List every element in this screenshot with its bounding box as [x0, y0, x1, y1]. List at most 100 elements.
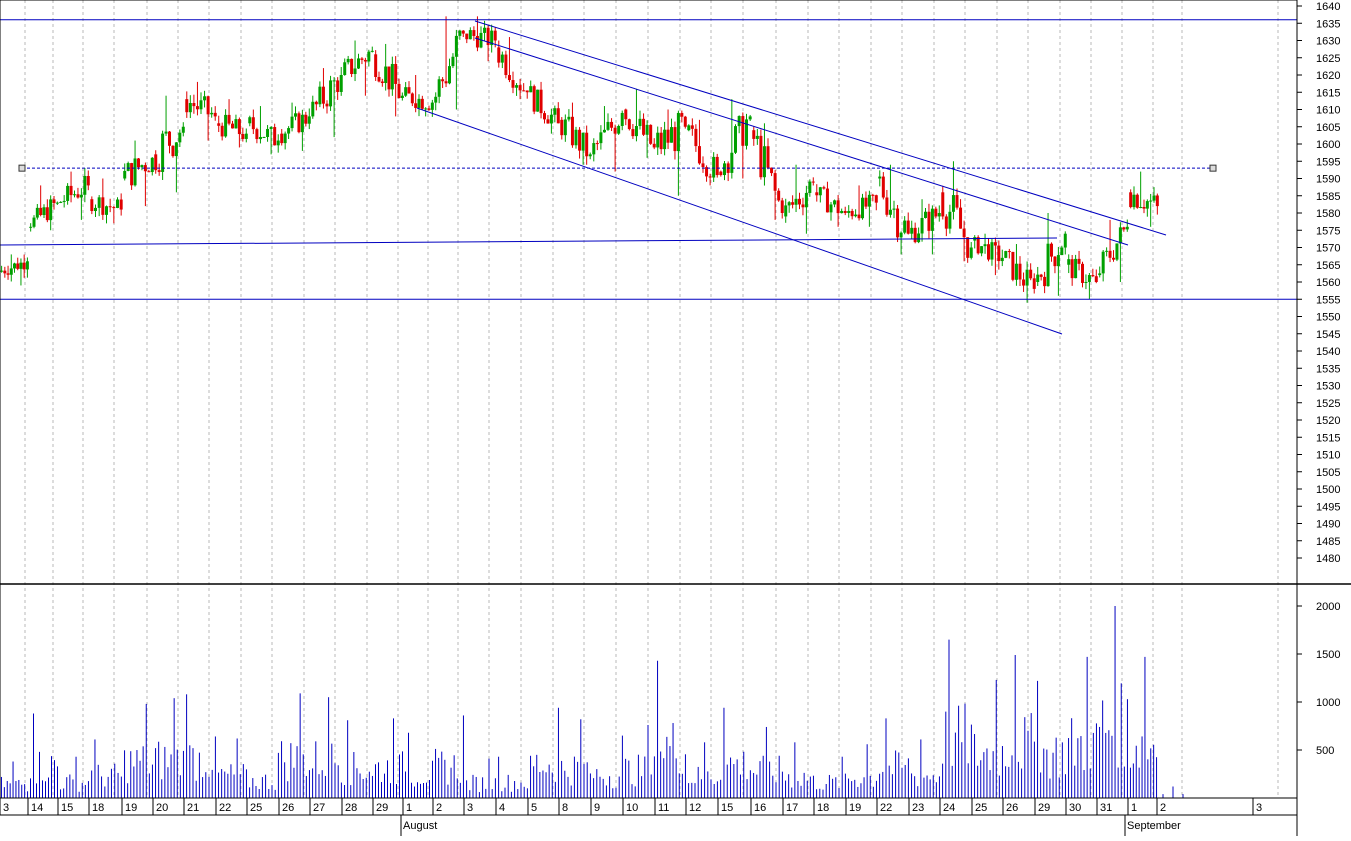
price-tick-label: 1580	[1316, 208, 1340, 220]
candle-body	[19, 262, 23, 269]
candle-body	[1094, 276, 1098, 282]
month-label: September	[1127, 820, 1181, 832]
candle-body	[539, 89, 543, 114]
candle-body	[833, 200, 837, 205]
day-tick-label: 22	[219, 802, 231, 814]
candle-body	[332, 80, 336, 82]
candle-body	[595, 143, 599, 145]
candle-body	[634, 126, 638, 137]
candle-body	[185, 99, 189, 113]
candle-body	[248, 117, 252, 124]
candle-body	[119, 199, 123, 210]
candle-body	[199, 100, 203, 110]
candle-body	[217, 123, 221, 126]
candle-body	[930, 208, 934, 231]
candle-body	[937, 213, 941, 217]
day-tick-label: 2	[436, 802, 442, 814]
price-tick-label: 1495	[1316, 501, 1340, 513]
candle-body	[1122, 227, 1126, 230]
price-tick-label: 1550	[1316, 312, 1340, 324]
candle-body	[854, 214, 858, 217]
day-tick-label: 26	[1006, 802, 1018, 814]
candle-body	[1053, 256, 1057, 267]
candle-body	[164, 131, 168, 134]
price-tick-label: 1630	[1316, 36, 1340, 48]
candle-body	[213, 112, 217, 117]
candle-body	[105, 206, 108, 215]
candle-body	[258, 136, 262, 140]
candle-body	[581, 132, 585, 151]
candle-body	[645, 124, 649, 135]
day-tick-label: 3	[467, 802, 473, 814]
candle-body	[1125, 226, 1129, 230]
price-tick-label: 1565	[1316, 260, 1340, 272]
day-tick-label: 30	[1069, 802, 1081, 814]
candle-body	[892, 208, 896, 210]
candle-body	[990, 242, 994, 260]
candle-body	[66, 185, 70, 201]
candle-body	[752, 130, 756, 139]
candle-body	[522, 90, 526, 92]
candle-body	[472, 30, 476, 36]
candle-body	[304, 114, 308, 124]
candle-body	[798, 198, 801, 205]
candle-body	[885, 197, 889, 215]
candle-body	[578, 129, 582, 151]
candle-body	[1087, 275, 1091, 282]
candle-body	[468, 30, 472, 40]
candle-body	[515, 85, 519, 88]
price-tick-label: 1485	[1316, 536, 1340, 548]
candle-body	[656, 132, 660, 148]
candle-body	[9, 268, 13, 275]
price-tick-label: 1590	[1316, 174, 1340, 186]
candle-body	[762, 146, 766, 178]
price-tick-label: 1530	[1316, 381, 1340, 393]
candle-body	[1025, 269, 1029, 286]
day-tick-label: 18	[817, 802, 829, 814]
candle-body	[39, 207, 43, 216]
candle-body	[195, 106, 199, 110]
candle-body	[370, 50, 374, 52]
candle-body	[410, 93, 414, 104]
day-tick-label: 20	[156, 802, 168, 814]
candle-body	[244, 133, 248, 139]
candle-body	[424, 108, 428, 110]
volume-tick-label: 1000	[1316, 697, 1340, 709]
price-tick-label: 1605	[1316, 122, 1340, 134]
candle-body	[861, 197, 864, 219]
candle-body	[287, 128, 291, 134]
candle-body	[130, 163, 134, 186]
price-tick-label: 1600	[1316, 139, 1340, 151]
candle-body	[529, 86, 533, 93]
candle-body	[969, 247, 973, 258]
day-tick-label: 14	[31, 802, 43, 814]
candle-body	[329, 80, 333, 107]
day-tick-label: 17	[786, 802, 798, 814]
candle-body	[624, 109, 628, 120]
candle-body	[1036, 274, 1040, 282]
candle-body	[6, 273, 10, 275]
candle-body	[666, 129, 670, 143]
level-handle-left	[18, 164, 26, 172]
candle-body	[642, 118, 646, 135]
candle-body	[1046, 243, 1050, 287]
candle-body	[951, 195, 955, 212]
day-tick-label: 28	[345, 802, 357, 814]
candle-body	[712, 156, 716, 178]
candle-body	[734, 126, 737, 153]
candle-body	[62, 200, 66, 202]
day-tick-label: 9	[594, 802, 600, 814]
candle-body	[94, 207, 97, 212]
candle-body	[49, 199, 53, 221]
candle-body	[556, 108, 560, 124]
candle-body	[441, 79, 445, 82]
candle-body	[864, 197, 868, 207]
candle-body	[924, 211, 927, 218]
candle-body	[1101, 251, 1105, 274]
candle-body	[294, 113, 297, 117]
candle-body	[206, 96, 210, 115]
candle-body	[787, 202, 791, 206]
candle-body	[133, 158, 137, 186]
candle-body	[536, 89, 540, 112]
candle-body	[1039, 274, 1043, 277]
